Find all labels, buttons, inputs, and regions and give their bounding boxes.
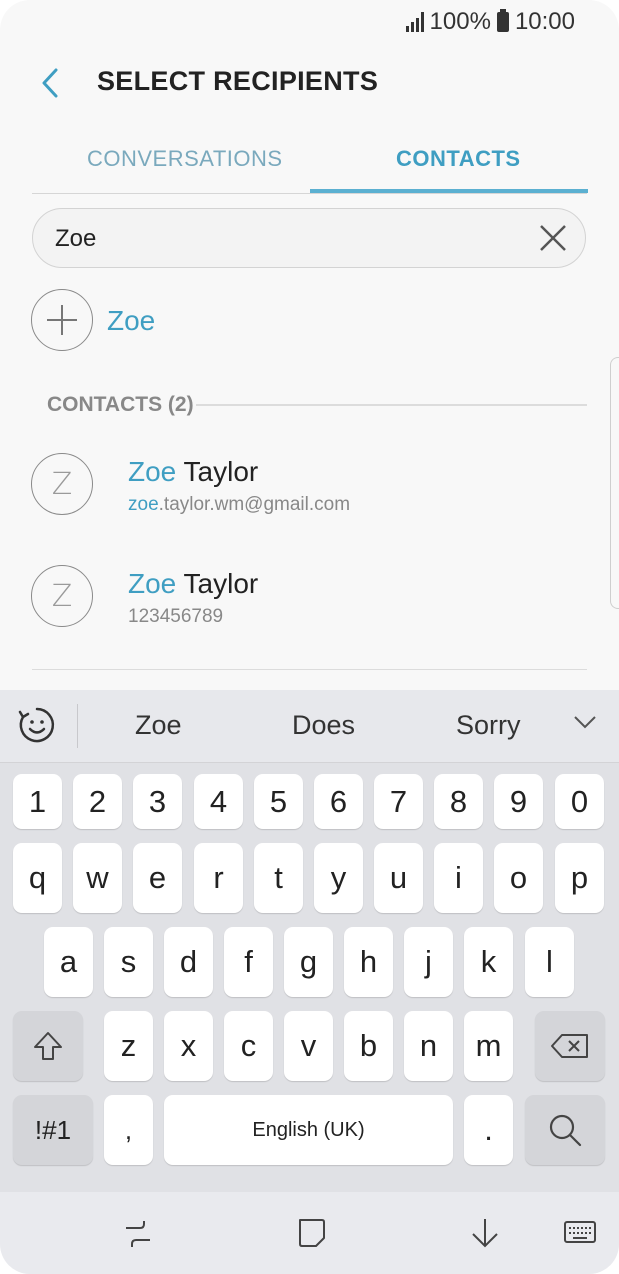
status-bar: 100% 10:00 [0, 0, 619, 42]
key-g[interactable]: g [284, 927, 333, 997]
suggestion-2[interactable]: Does [292, 710, 355, 741]
key-r[interactable]: r [194, 843, 243, 913]
key-t[interactable]: t [254, 843, 303, 913]
back-arrow-icon[interactable] [36, 66, 64, 100]
key-0[interactable]: 0 [555, 774, 604, 829]
period-key[interactable]: . [464, 1095, 513, 1165]
plus-icon [46, 304, 77, 335]
side-panel-handle[interactable] [610, 357, 619, 609]
page-title: SELECT RECIPIENTS [97, 66, 379, 96]
contact-item[interactable]: Z Zoe Taylor 123456789 [0, 552, 619, 652]
key-x[interactable]: x [164, 1011, 213, 1081]
emoji-icon[interactable] [17, 705, 57, 745]
screen: 100% 10:00 SELECT RECIPIENTS CONVERSATIO… [0, 0, 619, 1274]
key-1[interactable]: 1 [13, 774, 62, 829]
key-d[interactable]: d [164, 927, 213, 997]
key-6[interactable]: 6 [314, 774, 363, 829]
tab-selected-indicator [310, 189, 588, 193]
suggestion-bar: Zoe Does Sorry [0, 690, 619, 763]
tab-conversations[interactable]: CONVERSATIONS [87, 146, 283, 172]
avatar: Z [31, 453, 93, 515]
search-box [32, 208, 586, 269]
key-2[interactable]: 2 [73, 774, 122, 829]
battery-icon [496, 9, 509, 32]
battery-percent: 100% [429, 8, 491, 35]
keyboard-icon[interactable] [563, 1220, 597, 1246]
key-a[interactable]: a [44, 927, 93, 997]
key-k[interactable]: k [464, 927, 513, 997]
key-l[interactable]: l [525, 927, 574, 997]
key-u[interactable]: u [374, 843, 423, 913]
back-down-icon[interactable] [469, 1216, 501, 1250]
contacts-section-header: CONTACTS (2) [47, 393, 194, 416]
suggestion-separator [77, 704, 78, 748]
suggestion-3[interactable]: Sorry [456, 710, 521, 741]
backspace-icon [551, 1034, 588, 1058]
clear-icon[interactable] [537, 222, 569, 254]
suggestion-1[interactable]: Zoe [135, 710, 182, 741]
shift-key[interactable] [13, 1011, 83, 1081]
key-s[interactable]: s [104, 927, 153, 997]
chevron-down-icon[interactable] [573, 714, 597, 730]
contact-phone: 123456789 [128, 606, 224, 627]
key-b[interactable]: b [344, 1011, 393, 1081]
space-key[interactable]: English (UK) [164, 1095, 453, 1165]
list-divider [32, 669, 587, 670]
add-recipient-label[interactable]: Zoe [107, 305, 155, 337]
section-divider [196, 404, 587, 406]
key-4[interactable]: 4 [194, 774, 243, 829]
key-7[interactable]: 7 [374, 774, 423, 829]
symbols-key[interactable]: !#1 [13, 1095, 93, 1165]
key-m[interactable]: m [464, 1011, 513, 1081]
key-n[interactable]: n [404, 1011, 453, 1081]
home-icon[interactable] [296, 1216, 328, 1250]
add-recipient-button[interactable] [31, 289, 93, 351]
key-o[interactable]: o [494, 843, 543, 913]
recent-apps-icon[interactable] [122, 1218, 154, 1250]
shift-icon [34, 1032, 62, 1060]
search-key[interactable] [525, 1095, 605, 1165]
key-q[interactable]: q [13, 843, 62, 913]
contact-name: Zoe Taylor [128, 456, 259, 487]
keyboard: Zoe Does Sorry 1 2 3 4 5 6 7 8 9 0 q w e… [0, 690, 619, 1192]
avatar: Z [31, 565, 93, 627]
key-z[interactable]: z [104, 1011, 153, 1081]
search-icon [549, 1114, 582, 1147]
key-e[interactable]: e [133, 843, 182, 913]
key-c[interactable]: c [224, 1011, 273, 1081]
tab-contacts[interactable]: CONTACTS [396, 146, 521, 172]
search-input[interactable] [53, 209, 517, 269]
clock: 10:00 [514, 8, 575, 35]
navigation-bar [0, 1192, 619, 1274]
key-8[interactable]: 8 [434, 774, 483, 829]
key-5[interactable]: 5 [254, 774, 303, 829]
signal-icon [405, 12, 424, 32]
backspace-key[interactable] [535, 1011, 605, 1081]
key-i[interactable]: i [434, 843, 483, 913]
key-p[interactable]: p [555, 843, 604, 913]
key-v[interactable]: v [284, 1011, 333, 1081]
key-w[interactable]: w [73, 843, 122, 913]
tab-divider [32, 193, 587, 194]
key-y[interactable]: y [314, 843, 363, 913]
key-f[interactable]: f [224, 927, 273, 997]
comma-key[interactable]: , [104, 1095, 153, 1165]
contact-item[interactable]: Z Zoe Taylor zoe.taylor.wm@gmail.com [0, 440, 619, 540]
key-h[interactable]: h [344, 927, 393, 997]
contact-email: zoe.taylor.wm@gmail.com [128, 494, 351, 515]
key-3[interactable]: 3 [133, 774, 182, 829]
contact-name: Zoe Taylor [128, 568, 259, 599]
key-j[interactable]: j [404, 927, 453, 997]
key-9[interactable]: 9 [494, 774, 543, 829]
